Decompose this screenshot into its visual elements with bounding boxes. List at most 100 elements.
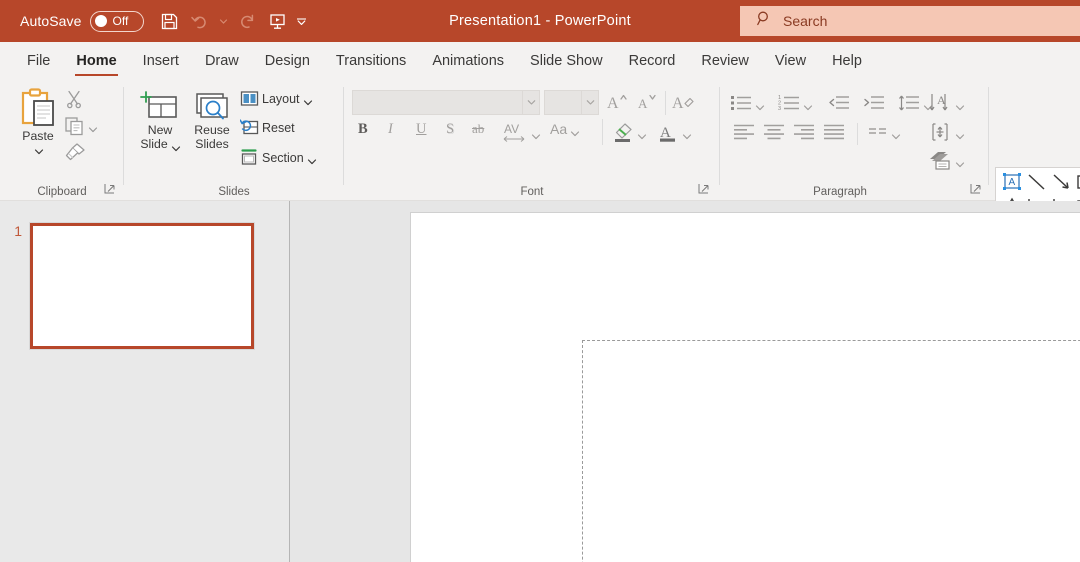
font-color-button[interactable]: A bbox=[657, 121, 692, 143]
format-painter-button[interactable] bbox=[64, 141, 86, 163]
tab-label: File bbox=[27, 52, 51, 69]
paste-button[interactable]: Paste bbox=[10, 87, 66, 155]
bullets-dropdown-icon[interactable] bbox=[755, 99, 765, 110]
align-left-icon bbox=[733, 123, 755, 141]
group-divider bbox=[988, 87, 989, 185]
customize-quick-access-toolbar-icon[interactable] bbox=[294, 7, 310, 35]
save-icon[interactable] bbox=[156, 7, 184, 35]
font-dialog-launcher[interactable] bbox=[697, 182, 711, 196]
tab-slide-show[interactable]: Slide Show bbox=[517, 42, 616, 79]
tab-record[interactable]: Record bbox=[616, 42, 689, 79]
font-size-input[interactable] bbox=[544, 90, 599, 115]
tab-design[interactable]: Design bbox=[252, 42, 323, 79]
tab-home[interactable]: Home bbox=[63, 42, 129, 79]
svg-text:AV: AV bbox=[504, 122, 519, 136]
numbering-button[interactable]: 123 bbox=[778, 94, 813, 112]
underline-button[interactable]: U bbox=[416, 121, 426, 138]
tab-animations[interactable]: Animations bbox=[419, 42, 517, 79]
title-placeholder[interactable]: Click to bbox=[582, 340, 1080, 562]
align-text-dropdown-icon[interactable] bbox=[955, 128, 965, 139]
slide-thumbnail-row[interactable]: 1 bbox=[0, 223, 254, 349]
autosave-toggle[interactable]: Off bbox=[89, 10, 144, 32]
bullets-button[interactable] bbox=[730, 94, 765, 112]
redo-icon[interactable] bbox=[234, 7, 262, 35]
font-color-dropdown-icon[interactable] bbox=[682, 128, 692, 139]
tab-transitions[interactable]: Transitions bbox=[323, 42, 419, 79]
autosave-state-label: Off bbox=[112, 14, 129, 28]
text-direction-button[interactable]: A bbox=[928, 92, 965, 114]
text-shadow-button[interactable]: S bbox=[446, 121, 454, 138]
powerpoint-window: AutoSave Off Presentation1 - PowerPoint … bbox=[0, 0, 1080, 562]
justify-button[interactable] bbox=[823, 123, 845, 141]
line-arrow-shape[interactable] bbox=[1051, 172, 1073, 197]
numbering-dropdown-icon[interactable] bbox=[803, 99, 813, 110]
decrease-font-size-button[interactable]: A bbox=[636, 91, 658, 113]
copy-button[interactable] bbox=[64, 115, 98, 136]
ribbon-group-paragraph: 123 A Paragraph bbox=[720, 79, 990, 201]
change-case-dropdown-icon[interactable] bbox=[570, 125, 580, 136]
text-highlight-color-button[interactable] bbox=[612, 121, 647, 143]
align-right-button[interactable] bbox=[793, 123, 815, 141]
character-spacing-button[interactable]: AV bbox=[502, 121, 541, 143]
increase-font-size-button[interactable]: A bbox=[606, 91, 628, 113]
italic-button[interactable]: I bbox=[388, 121, 393, 138]
new-slide-label-line2: Slide bbox=[140, 137, 168, 151]
new-slide-button[interactable]: New Slide bbox=[132, 89, 188, 151]
layout-label: Layout bbox=[262, 91, 300, 106]
clear-formatting-button[interactable]: A bbox=[672, 91, 696, 113]
convert-to-smartart-button[interactable] bbox=[928, 150, 965, 170]
copy-dropdown-icon[interactable] bbox=[88, 121, 98, 133]
clipboard-dialog-launcher[interactable] bbox=[103, 182, 117, 196]
tab-insert[interactable]: Insert bbox=[130, 42, 192, 79]
slide-thumbnail-pane[interactable]: 1 bbox=[0, 201, 290, 562]
tab-view[interactable]: View bbox=[762, 42, 819, 79]
strikethrough-button[interactable]: ab bbox=[472, 121, 484, 137]
slide-thumbnail-1[interactable] bbox=[30, 223, 254, 349]
section-dropdown-icon[interactable] bbox=[307, 153, 316, 165]
reset-button[interactable]: Reset bbox=[240, 119, 295, 136]
cut-button[interactable] bbox=[64, 89, 84, 109]
increase-indent-button[interactable] bbox=[863, 94, 885, 112]
align-text-button[interactable] bbox=[928, 121, 965, 143]
smartart-dropdown-icon[interactable] bbox=[955, 156, 965, 167]
layout-dropdown-icon[interactable] bbox=[303, 94, 312, 106]
line-spacing-icon bbox=[898, 94, 920, 112]
change-case-button[interactable]: Aa bbox=[550, 121, 580, 137]
tab-review[interactable]: Review bbox=[688, 42, 762, 79]
decrease-indent-button[interactable] bbox=[828, 94, 850, 112]
group-label-font: Font bbox=[520, 186, 544, 198]
columns-dropdown-icon[interactable] bbox=[891, 128, 901, 139]
line-shape[interactable] bbox=[1026, 172, 1048, 197]
bold-label: B bbox=[358, 121, 368, 137]
font-name-dropdown-icon[interactable] bbox=[522, 91, 539, 114]
columns-button[interactable] bbox=[868, 125, 901, 139]
tab-file[interactable]: File bbox=[14, 42, 63, 79]
text-highlight-dropdown-icon[interactable] bbox=[637, 128, 647, 139]
character-spacing-dropdown-icon[interactable] bbox=[531, 128, 541, 139]
tab-help[interactable]: Help bbox=[819, 42, 875, 79]
tab-label: Record bbox=[628, 52, 676, 69]
text-box-shape[interactable]: A bbox=[1001, 172, 1023, 197]
align-center-button[interactable] bbox=[763, 123, 785, 141]
font-size-dropdown-icon[interactable] bbox=[581, 91, 598, 114]
bold-button[interactable]: B bbox=[358, 121, 368, 138]
undo-icon[interactable] bbox=[186, 7, 214, 35]
line-spacing-button[interactable] bbox=[898, 94, 933, 112]
paste-dropdown-icon[interactable] bbox=[34, 143, 43, 155]
paragraph-dialog-launcher[interactable] bbox=[969, 182, 983, 196]
autosave-control[interactable]: AutoSave Off bbox=[20, 10, 144, 32]
slide-canvas[interactable]: Click to bbox=[410, 212, 1080, 562]
layout-button[interactable]: Layout bbox=[240, 90, 312, 107]
search-input[interactable]: Search bbox=[740, 6, 1080, 36]
new-slide-dropdown-icon[interactable] bbox=[171, 140, 180, 151]
rectangle-shape[interactable] bbox=[1076, 172, 1080, 197]
text-direction-dropdown-icon[interactable] bbox=[955, 99, 965, 110]
section-button[interactable]: Section bbox=[240, 148, 316, 167]
reuse-slides-button[interactable]: Reuse Slides bbox=[184, 89, 240, 151]
undo-dropdown-icon[interactable] bbox=[216, 7, 232, 35]
align-left-button[interactable] bbox=[733, 123, 755, 141]
tab-draw[interactable]: Draw bbox=[192, 42, 252, 79]
start-presentation-icon[interactable] bbox=[264, 7, 292, 35]
copy-icon bbox=[64, 115, 85, 136]
font-name-input[interactable] bbox=[352, 90, 540, 115]
